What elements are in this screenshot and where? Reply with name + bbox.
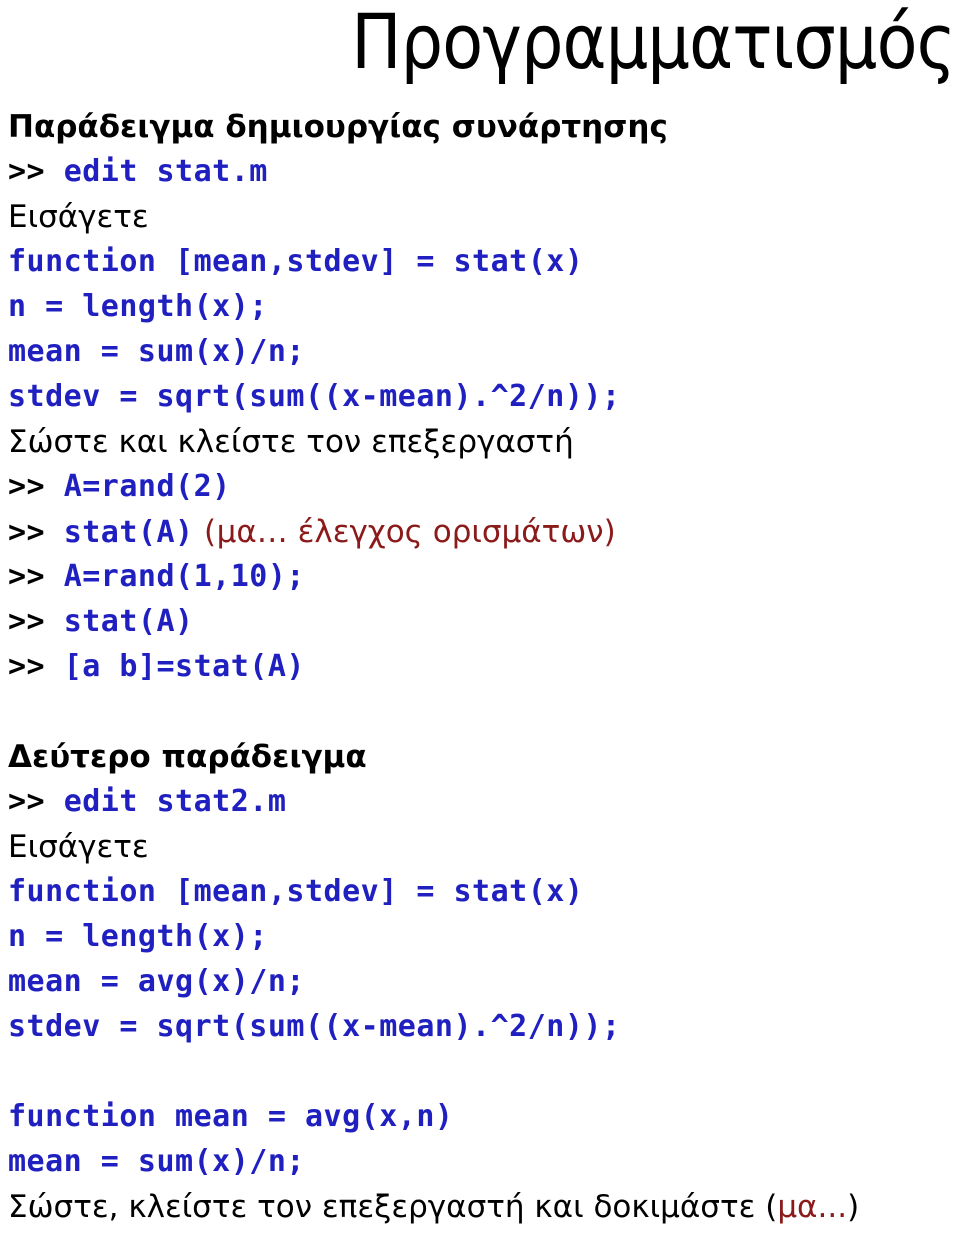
code-text: A=rand(2) — [63, 469, 231, 504]
prompt-symbol: >> — [8, 515, 46, 550]
prompt-symbol: >> — [8, 154, 46, 189]
prompt-symbol: >> — [8, 604, 46, 639]
command-line: >> A=rand(2) — [8, 464, 960, 509]
annotation-text: μα... — [777, 1189, 848, 1225]
code-line: stdev = sqrt(sum((x-mean).^2/n)); — [8, 379, 621, 414]
prompt-symbol: >> — [8, 784, 46, 819]
command-line-with-annotation: >> stat(A) (μα… έλεγχος ορισμάτων) — [8, 509, 960, 554]
command-line: >> stat(A) — [8, 599, 960, 644]
code-line: mean = sum(x)/n; — [8, 334, 305, 369]
prompt-symbol: >> — [8, 469, 46, 504]
annotation-close-paren: ) — [847, 1189, 860, 1225]
code-line: mean = sum(x)/n; — [8, 1144, 305, 1179]
command-line: >> edit stat2.m — [8, 779, 960, 824]
code-text: edit stat.m — [63, 154, 268, 189]
code-line: function [mean,stdev] = stat(x) — [8, 244, 584, 279]
prose-line: Σώστε και κλείστε τον επεξεργαστή — [8, 424, 574, 460]
command-line: >> A=rand(1,10); — [8, 554, 960, 599]
code-text: edit stat2.m — [63, 784, 287, 819]
code-text: A=rand(1,10); — [63, 559, 305, 594]
page-title: Προγραμματισμός — [351, 0, 956, 86]
prose-line: Εισάγετε — [8, 829, 149, 865]
prose-line-with-annotation: Σώστε, κλείστε τον επεξεργαστή και δοκιμ… — [8, 1184, 960, 1229]
prompt-symbol: >> — [8, 559, 46, 594]
annotation-open-paren: ( — [203, 514, 217, 550]
slide-body: Παράδειγμα δημιουργίας συνάρτησης >> edit… — [8, 104, 960, 1229]
code-line: n = length(x); — [8, 919, 268, 954]
code-text: [a b]=stat(A) — [63, 649, 305, 684]
code-text: stat(A) — [63, 515, 194, 550]
code-line: mean = avg(x)/n; — [8, 964, 305, 999]
code-line: function [mean,stdev] = stat(x) — [8, 874, 584, 909]
prose-line: Εισάγετε — [8, 199, 149, 235]
code-text: stat(A) — [63, 604, 194, 639]
section-heading-2: Δεύτερο παράδειγμα — [8, 739, 367, 775]
prompt-symbol: >> — [8, 649, 46, 684]
code-line: function mean = avg(x,n) — [8, 1099, 454, 1134]
annotation-close-paren: ) — [603, 514, 617, 550]
command-line: >> edit stat.m — [8, 149, 960, 194]
slide: Προγραμματισμός Παράδειγμα δημιουργίας σ… — [0, 0, 960, 1249]
annotation-open-paren: ( — [765, 1189, 778, 1225]
code-line: n = length(x); — [8, 289, 268, 324]
command-line: >> [a b]=stat(A) — [8, 644, 960, 689]
annotation-open-paren — [194, 514, 204, 550]
prose-text: Σώστε, κλείστε τον επεξεργαστή και δοκιμ… — [8, 1189, 766, 1225]
code-line: stdev = sqrt(sum((x-mean).^2/n)); — [8, 1009, 621, 1044]
section-heading-1: Παράδειγμα δημιουργίας συνάρτησης — [8, 109, 668, 145]
annotation-text: μα… έλεγχος ορισμάτων — [216, 514, 604, 550]
